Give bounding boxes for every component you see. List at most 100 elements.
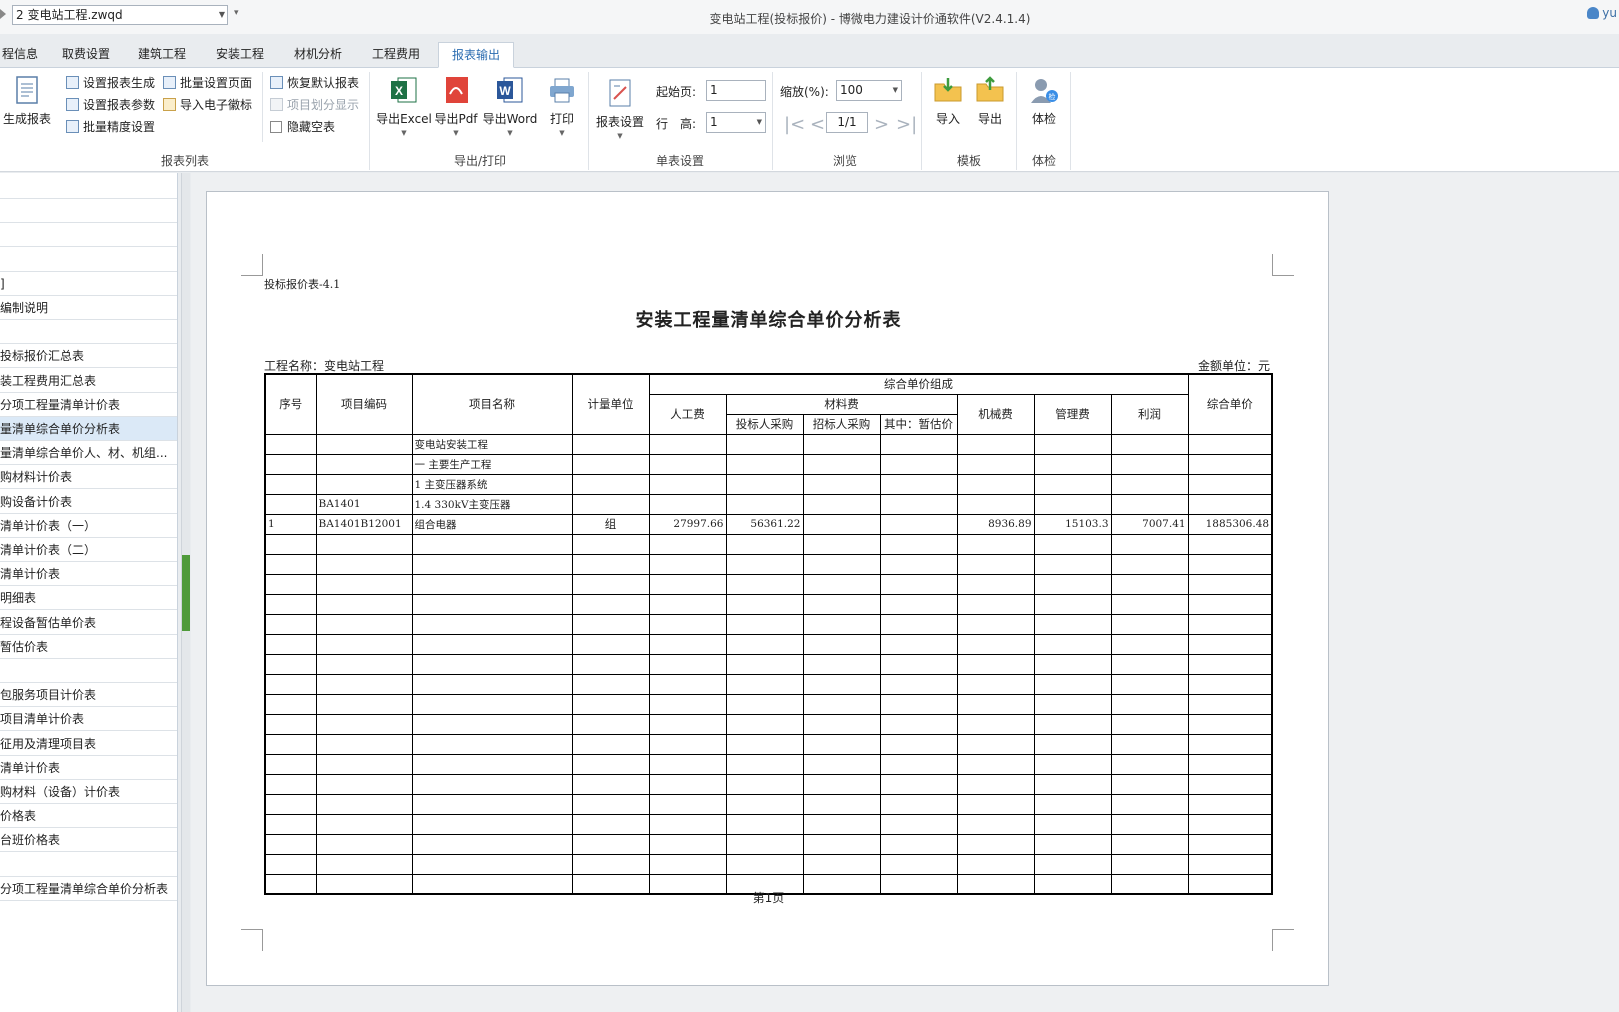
check-button[interactable]: 检 体检 — [1024, 74, 1064, 127]
batch-precision-button[interactable]: 批量精度设置 — [66, 118, 155, 136]
tab-project-cost[interactable]: 工程费用 — [362, 42, 430, 68]
user-account[interactable]: yu — [1587, 6, 1617, 20]
table-cell — [571, 753, 650, 775]
header-seq: 序号 — [264, 373, 317, 435]
print-button[interactable]: 打印 ▼ — [542, 74, 582, 137]
set-report-params-button[interactable]: 设置报表参数 — [66, 96, 155, 114]
report-list-item[interactable]: 包服务项目计价表 — [0, 683, 177, 708]
tab-material-analysis[interactable]: 材机分析 — [284, 42, 352, 68]
table-cell — [725, 633, 804, 655]
report-list-item[interactable]: 编制说明 — [0, 296, 177, 320]
report-settings-button[interactable]: 报表设置 ▼ — [594, 77, 646, 140]
table-cell — [315, 673, 413, 695]
report-list-item[interactable]: 投标报价汇总表 — [0, 344, 177, 369]
report-list-item[interactable]: 暂估价表 — [0, 635, 177, 659]
crop-mark — [1272, 254, 1294, 276]
zoom-select[interactable]: 100 ▼ — [836, 80, 902, 101]
report-list-item[interactable]: 价格表 — [0, 804, 177, 829]
table-cell — [879, 673, 958, 695]
table-cell — [802, 633, 881, 655]
table-cell — [571, 773, 650, 795]
report-list-item[interactable]: 购设备计价表 — [0, 490, 177, 514]
table-cell — [725, 433, 804, 455]
report-list-item[interactable] — [0, 320, 177, 345]
table-cell: 56361.22 — [725, 513, 804, 535]
export-template-button[interactable]: 导出 — [970, 74, 1010, 127]
tab-building[interactable]: 建筑工程 — [128, 42, 196, 68]
header-code: 项目编码 — [315, 373, 413, 435]
report-list-item[interactable]: 清单计价表（一） — [0, 514, 177, 538]
panel-splitter[interactable] — [181, 173, 190, 1012]
report-list-item[interactable] — [0, 199, 177, 224]
table-cell — [648, 453, 727, 475]
table-cell — [1187, 473, 1273, 495]
generate-report-button[interactable]: 生成报表 — [2, 74, 52, 127]
report-list-item[interactable]: 清单计价表 — [0, 562, 177, 587]
hide-empty-checkbox[interactable]: 隐藏空表 — [270, 118, 335, 136]
table-cell — [315, 773, 413, 795]
title-bar: 2 变电站工程.zwqd ▼ ▾ 变电站工程(投标报价) - 博微电力建设计价通… — [0, 0, 1619, 34]
set-report-gen-button[interactable]: 设置报表生成 — [66, 74, 155, 92]
table-cell — [411, 713, 573, 735]
file-selector[interactable]: 2 变电站工程.zwqd ▼ — [12, 5, 228, 25]
report-list-item[interactable]: 项目清单计价表 — [0, 707, 177, 732]
table-cell — [315, 473, 413, 495]
report-list-item[interactable]: 购材料计价表 — [0, 465, 177, 490]
report-list-item[interactable]: 购材料（设备）计价表 — [0, 780, 177, 804]
batch-page-setup-button[interactable]: 批量设置页面 — [163, 74, 252, 92]
table-cell — [1187, 573, 1273, 595]
table-row — [264, 533, 1273, 555]
report-list-item[interactable]: 征用及清理项目表 — [0, 732, 177, 756]
report-list-item[interactable]: 清单计价表 — [0, 756, 177, 780]
first-page-icon[interactable]: |< — [784, 114, 805, 135]
report-list-item[interactable]: 量清单综合单价人、材、机组... — [0, 441, 177, 466]
start-page-input[interactable]: 1 — [706, 80, 766, 101]
table-cell — [956, 733, 1035, 755]
quick-access-menu-icon[interactable]: ▾ — [234, 8, 239, 18]
report-list-item[interactable]: ] — [0, 272, 177, 296]
report-list-item[interactable]: 分项工程量清单计价表 — [0, 393, 177, 417]
report-list-item[interactable] — [0, 659, 177, 683]
tab-project-info[interactable]: 程信息 — [0, 42, 40, 68]
next-page-icon[interactable]: > — [874, 114, 889, 135]
report-list-item[interactable]: 明细表 — [0, 586, 177, 611]
report-list-item[interactable] — [0, 853, 177, 877]
tab-fee-settings[interactable]: 取费设置 — [52, 42, 120, 68]
table-cell — [879, 513, 958, 535]
report-list-item[interactable]: 分项工程量清单综合单价分析表 — [0, 877, 177, 901]
table-cell: 1 主变压器系统 — [411, 473, 573, 495]
restore-default-button[interactable]: 恢复默认报表 — [270, 74, 359, 92]
report-list-item[interactable] — [0, 175, 177, 199]
table-cell — [315, 793, 413, 815]
report-list-item[interactable]: 清单计价表（二） — [0, 538, 177, 562]
tab-installation[interactable]: 安装工程 — [206, 42, 274, 68]
table-cell — [315, 573, 413, 595]
table-cell — [1187, 553, 1273, 575]
group-report-list-label: 报表列表 — [160, 154, 209, 168]
report-list-item[interactable] — [0, 248, 177, 272]
import-template-button[interactable]: 导入 — [928, 74, 968, 127]
export-pdf-button[interactable]: 导出Pdf ▼ — [432, 74, 480, 137]
prev-page-icon[interactable]: < — [810, 114, 825, 135]
collapse-arrow-icon[interactable] — [0, 9, 6, 19]
page-indicator[interactable]: 1/1 — [826, 112, 868, 133]
report-list-item[interactable]: 量清单综合单价分析表 — [0, 417, 177, 441]
last-page-icon[interactable]: >| — [896, 114, 917, 135]
report-list-item[interactable]: 装工程费用汇总表 — [0, 369, 177, 393]
export-excel-button[interactable]: X 导出Excel ▼ — [376, 74, 432, 137]
restore-icon — [270, 76, 283, 89]
table-cell — [1110, 553, 1189, 575]
tab-report-output[interactable]: 报表输出 — [438, 42, 514, 68]
report-list-item[interactable]: 台班价格表 — [0, 828, 177, 853]
row-height-select[interactable]: 1 ▼ — [706, 112, 766, 133]
report-list-item[interactable] — [0, 223, 177, 248]
report-list-item[interactable]: 程设备暂估单价表 — [0, 611, 177, 635]
report-preview: 投标报价表-4.1 安装工程量清单综合单价分析表 工程名称：变电站工程 金额单位… — [191, 173, 1619, 1012]
crop-mark — [1272, 929, 1294, 951]
table-row: BA1401 1.4 330kV主变压器 — [264, 493, 1273, 515]
export-word-button[interactable]: W 导出Word ▼ — [480, 74, 540, 137]
splitter-grip[interactable] — [182, 555, 190, 631]
item-division-button[interactable]: 项目划分显示 — [270, 96, 359, 114]
check-label: 体检 — [1031, 112, 1056, 126]
import-stamp-button[interactable]: 导入电子徽标 — [163, 96, 252, 114]
